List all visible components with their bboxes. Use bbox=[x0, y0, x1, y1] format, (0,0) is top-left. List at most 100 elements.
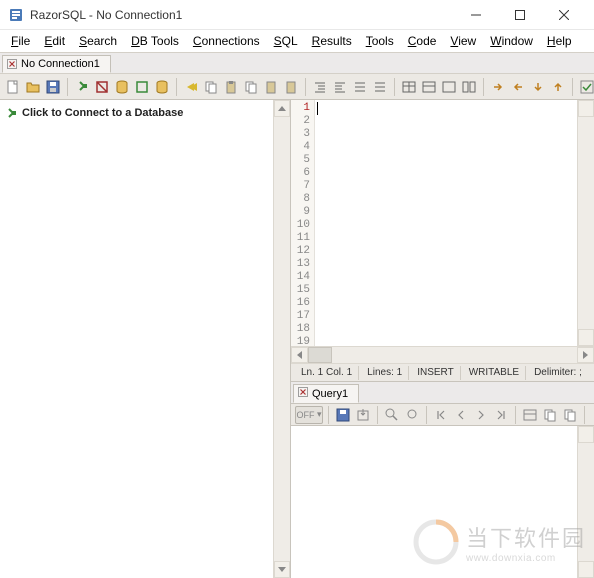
query-results-content[interactable] bbox=[291, 426, 577, 578]
indent-right-icon[interactable] bbox=[331, 78, 349, 96]
open-file-icon[interactable] bbox=[24, 78, 42, 96]
line-number: 13 bbox=[293, 258, 310, 271]
toolbar-separator bbox=[377, 406, 378, 424]
toolbar-separator bbox=[584, 406, 585, 424]
line-number: 15 bbox=[293, 284, 310, 297]
copy-icon[interactable] bbox=[202, 78, 220, 96]
arrow-up-icon[interactable] bbox=[549, 78, 567, 96]
query-results-pane: Query1 OFF ▾ bbox=[291, 382, 594, 578]
toolbar-separator bbox=[483, 78, 484, 96]
indent-left-icon[interactable] bbox=[311, 78, 329, 96]
menu-tools[interactable]: Tools bbox=[359, 32, 401, 50]
scroll-thumb[interactable] bbox=[308, 347, 332, 363]
clipboard-icon[interactable] bbox=[262, 78, 280, 96]
new-file-icon[interactable] bbox=[4, 78, 22, 96]
scroll-left-icon[interactable] bbox=[291, 347, 308, 363]
arrow-right-icon[interactable] bbox=[489, 78, 507, 96]
clipboard2-icon[interactable] bbox=[282, 78, 300, 96]
scroll-track[interactable] bbox=[332, 347, 577, 363]
menu-edit[interactable]: Edit bbox=[37, 32, 72, 50]
minimize-button[interactable] bbox=[454, 0, 498, 30]
list-icon[interactable] bbox=[351, 78, 369, 96]
menu-sql[interactable]: SQL bbox=[267, 32, 305, 50]
menu-help[interactable]: Help bbox=[540, 32, 579, 50]
save-results-icon[interactable] bbox=[334, 406, 352, 424]
arrow-left-icon[interactable] bbox=[509, 78, 527, 96]
line-number: 3 bbox=[293, 128, 310, 141]
navigator-scrollbar[interactable] bbox=[273, 100, 290, 578]
menu-connections[interactable]: Connections bbox=[186, 32, 267, 50]
menu-search[interactable]: Search bbox=[72, 32, 124, 50]
next-page-icon[interactable] bbox=[472, 406, 490, 424]
menu-code[interactable]: Code bbox=[401, 32, 444, 50]
cut-icon[interactable] bbox=[242, 78, 260, 96]
copy-all-icon[interactable] bbox=[561, 406, 579, 424]
paste-icon[interactable] bbox=[222, 78, 240, 96]
arrow-down-icon[interactable] bbox=[529, 78, 547, 96]
filter2-icon[interactable] bbox=[403, 406, 421, 424]
close-tab-icon[interactable] bbox=[298, 387, 308, 400]
window-titlebar: RazorSQL - No Connection1 bbox=[0, 0, 594, 30]
menu-view[interactable]: View bbox=[443, 32, 483, 50]
sql-editor: 123456789101112131415161718192021 Ln. 1 … bbox=[291, 100, 594, 382]
document-tabbar: No Connection1 bbox=[0, 52, 594, 74]
toolbar-separator bbox=[515, 406, 516, 424]
connect-prompt[interactable]: Click to Connect to a Database bbox=[2, 104, 288, 122]
menu-results[interactable]: Results bbox=[305, 32, 359, 50]
status-position: Ln. 1 Col. 1 bbox=[295, 366, 359, 380]
table2-icon[interactable] bbox=[420, 78, 438, 96]
query-toolbar: OFF ▾ bbox=[291, 404, 594, 426]
connect-prompt-text: Click to Connect to a Database bbox=[22, 107, 183, 119]
toolbar-separator bbox=[572, 78, 573, 96]
disconnect-icon[interactable] bbox=[93, 78, 111, 96]
scroll-down-icon[interactable] bbox=[578, 561, 594, 578]
last-page-icon[interactable] bbox=[492, 406, 510, 424]
line-number: 9 bbox=[293, 206, 310, 219]
check-icon[interactable] bbox=[578, 78, 594, 96]
scroll-track[interactable] bbox=[274, 117, 290, 561]
connect-icon[interactable] bbox=[73, 78, 91, 96]
editor-hscrollbar[interactable] bbox=[291, 346, 594, 363]
navigator-pane: Click to Connect to a Database bbox=[0, 100, 291, 578]
off-toggle[interactable]: OFF ▾ bbox=[295, 406, 323, 424]
scroll-up-icon[interactable] bbox=[578, 426, 594, 443]
scroll-right-icon[interactable] bbox=[577, 347, 594, 363]
status-lines: Lines: 1 bbox=[361, 366, 409, 380]
query-vscrollbar[interactable] bbox=[577, 426, 594, 578]
maximize-button[interactable] bbox=[498, 0, 542, 30]
query-tab[interactable]: Query1 bbox=[293, 384, 359, 403]
save-icon[interactable] bbox=[44, 78, 62, 96]
grid-icon[interactable] bbox=[521, 406, 539, 424]
table-icon[interactable] bbox=[400, 78, 418, 96]
menu-file[interactable]: File bbox=[4, 32, 37, 50]
scroll-track[interactable] bbox=[578, 443, 594, 561]
scroll-up-icon[interactable] bbox=[274, 100, 290, 117]
menu-window[interactable]: Window bbox=[483, 32, 540, 50]
export-icon[interactable] bbox=[354, 406, 372, 424]
list2-icon[interactable] bbox=[371, 78, 389, 96]
scroll-down-icon[interactable] bbox=[274, 561, 290, 578]
scroll-down-icon[interactable] bbox=[578, 329, 594, 346]
scroll-track[interactable] bbox=[578, 117, 594, 329]
copy-results-icon[interactable] bbox=[541, 406, 559, 424]
close-tab-icon[interactable] bbox=[7, 59, 17, 69]
editor-body: 123456789101112131415161718192021 bbox=[291, 100, 594, 346]
prev-page-icon[interactable] bbox=[452, 406, 470, 424]
scroll-up-icon[interactable] bbox=[578, 100, 594, 117]
database2-icon[interactable] bbox=[153, 78, 171, 96]
refresh-icon[interactable] bbox=[133, 78, 151, 96]
columns-icon[interactable] bbox=[460, 78, 478, 96]
menu-dbtools[interactable]: DB Tools bbox=[124, 32, 186, 50]
execute-icon[interactable] bbox=[182, 78, 200, 96]
table3-icon[interactable] bbox=[440, 78, 458, 96]
line-gutter: 123456789101112131415161718192021 bbox=[291, 100, 315, 346]
line-number: 12 bbox=[293, 245, 310, 258]
editor-vscrollbar[interactable] bbox=[577, 100, 594, 346]
database-icon[interactable] bbox=[113, 78, 131, 96]
first-page-icon[interactable] bbox=[432, 406, 450, 424]
close-button[interactable] bbox=[542, 0, 586, 30]
document-tab[interactable]: No Connection1 bbox=[2, 55, 111, 73]
code-area[interactable] bbox=[315, 100, 577, 346]
filter-icon[interactable] bbox=[383, 406, 401, 424]
status-mode: INSERT bbox=[411, 366, 461, 380]
